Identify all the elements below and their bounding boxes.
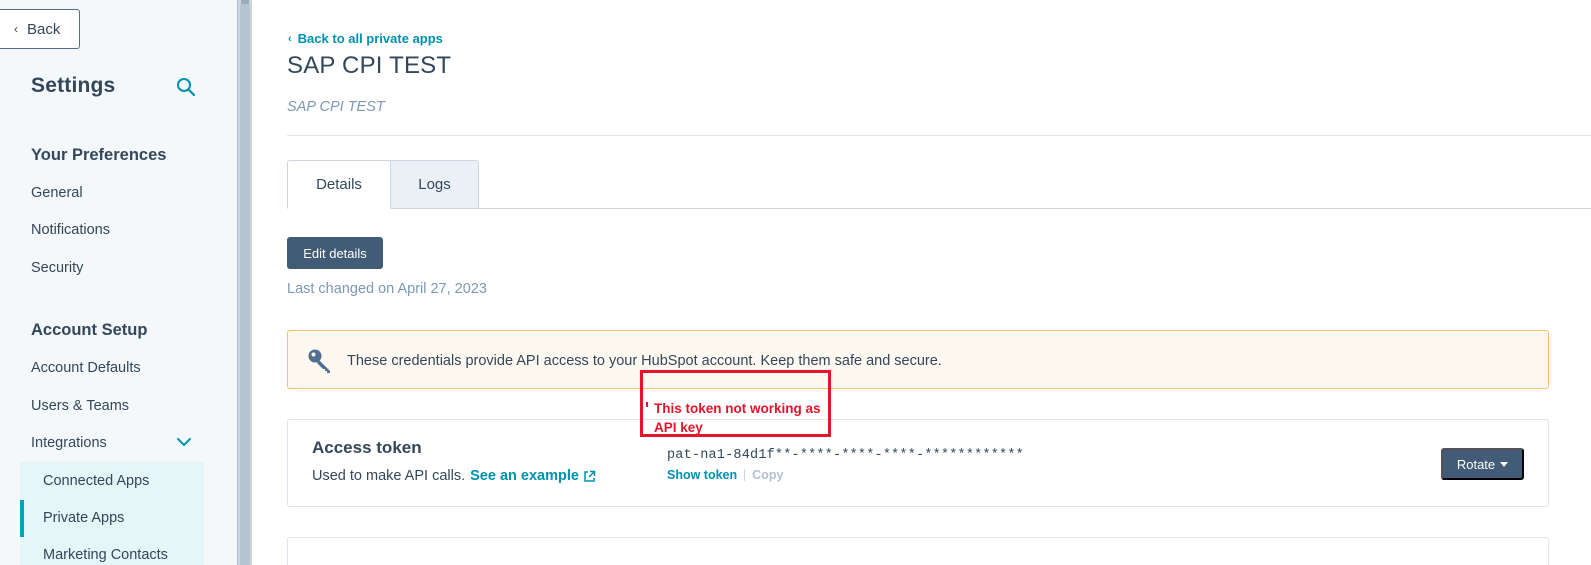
rotate-button-label: Rotate (1456, 456, 1496, 472)
tab-details[interactable]: Details (287, 160, 391, 209)
chevron-left-icon: ‹ (288, 32, 292, 45)
back-button-label: Back (27, 20, 61, 38)
access-token-description: Used to make API calls. See an example (312, 468, 596, 484)
credentials-alert: These credentials provide API access to … (287, 330, 1549, 389)
access-token-title: Access token (312, 438, 422, 457)
sidebar-item-security[interactable]: Security (31, 260, 83, 276)
token-actions: Show token Copy (667, 468, 783, 482)
show-token-button[interactable]: Show token (667, 468, 737, 482)
sidebar-title: Settings (31, 74, 116, 97)
alert-text: These credentials provide API access to … (347, 353, 942, 369)
back-to-private-apps-link[interactable]: ‹ Back to all private apps (288, 31, 443, 46)
last-changed-text: Last changed on April 27, 2023 (287, 281, 487, 297)
chevron-left-icon: ‹ (14, 22, 18, 36)
sidebar-item-private-apps[interactable]: Private Apps (43, 510, 124, 526)
chevron-down-icon[interactable] (176, 435, 192, 449)
annotation-text: This token not working as API key (654, 401, 821, 435)
page-title: SAP CPI TEST (287, 52, 452, 79)
sidebar-scrollbar[interactable] (237, 0, 252, 565)
annotation-mark (646, 402, 648, 407)
active-item-indicator (20, 500, 24, 537)
edit-details-button[interactable]: Edit details (287, 237, 383, 269)
caret-down-icon (1500, 461, 1509, 467)
sidebar-item-integrations[interactable]: Integrations (31, 435, 107, 451)
settings-sidebar: ‹ Back Settings Your Preferences General… (0, 0, 237, 565)
tab-bar: Details Logs (287, 160, 479, 209)
annotation-box: This token not working as API key (640, 370, 831, 437)
key-icon (308, 349, 330, 373)
access-token-card: Access token Used to make API calls. See… (287, 419, 1549, 507)
tab-divider (479, 208, 1591, 209)
see-example-label: See an example (470, 468, 579, 484)
sidebar-item-account-defaults[interactable]: Account Defaults (31, 360, 141, 376)
next-section-card (287, 537, 1549, 565)
access-token-desc-text: Used to make API calls. (312, 468, 466, 484)
scrollbar-thumb[interactable] (240, 4, 250, 565)
access-token-value: pat-na1-84d1f**-****-****-****-*********… (667, 448, 1024, 463)
section-title-account-setup: Account Setup (31, 321, 148, 339)
back-button[interactable]: ‹ Back (0, 9, 80, 49)
sidebar-item-marketing-contacts[interactable]: Marketing Contacts (43, 547, 168, 563)
search-icon[interactable] (176, 77, 196, 97)
header-divider (287, 135, 1591, 136)
sidebar-item-general[interactable]: General (31, 185, 83, 201)
sidebar-item-notifications[interactable]: Notifications (31, 222, 110, 238)
external-link-icon (584, 470, 596, 482)
rotate-button[interactable]: Rotate (1441, 448, 1524, 480)
sidebar-item-users-teams[interactable]: Users & Teams (31, 398, 129, 414)
copy-token-button[interactable]: Copy (752, 468, 783, 482)
see-example-link[interactable]: See an example (470, 468, 596, 484)
sidebar-item-connected-apps[interactable]: Connected Apps (43, 473, 149, 489)
tab-logs[interactable]: Logs (391, 160, 479, 209)
back-link-label: Back to all private apps (297, 31, 443, 46)
action-separator (744, 469, 746, 481)
main-content: ‹ Back to all private apps SAP CPI TEST … (252, 0, 1591, 565)
section-title-preferences: Your Preferences (31, 146, 167, 164)
page-subtitle: SAP CPI TEST (287, 99, 385, 115)
